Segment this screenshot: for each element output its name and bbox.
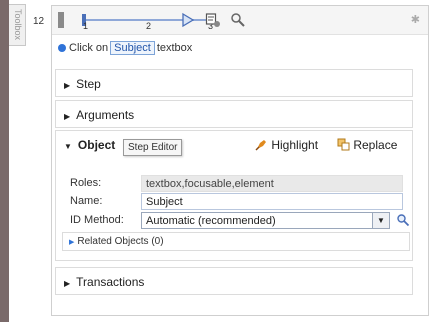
object-search-icon[interactable] (396, 213, 410, 227)
replace-label: Replace (353, 138, 398, 152)
chevron-down-icon[interactable]: ▼ (372, 213, 389, 228)
related-objects-label: Related Objects (0) (77, 236, 164, 247)
roles-label: Roles: (70, 177, 102, 189)
drag-handle-icon[interactable] (58, 12, 64, 28)
side-tab[interactable]: Toolbox (9, 4, 26, 46)
instruction-suffix: textbox (156, 42, 193, 54)
related-objects[interactable]: ▶ Related Objects (0) (62, 232, 410, 251)
name-field[interactable]: Subject (141, 193, 403, 210)
id-method-select[interactable]: Automatic (recommended) ▼ (141, 212, 390, 229)
left-edge-strip (0, 0, 9, 322)
section-object-label: Object (77, 138, 116, 152)
step-toolbar: 1 2 3 ✱ (52, 6, 428, 35)
step-panel: 1 2 3 ✱ Click on Subject textbox ▶ Step … (51, 5, 429, 316)
expand-arrow-icon: ▶ (64, 279, 71, 288)
replace-icon (337, 138, 350, 151)
section-step-label: Step (76, 77, 101, 91)
name-label: Name: (70, 195, 103, 207)
section-arguments[interactable]: ▶ Arguments (55, 100, 413, 128)
highlight-label: Highlight (271, 138, 319, 152)
step-settings-icon[interactable] (205, 12, 221, 28)
section-object: ▼ Object Step Editor Highlight Replace Ro… (55, 130, 413, 261)
step-number: 12 (33, 16, 45, 27)
highlight-button[interactable]: Highlight (255, 138, 318, 152)
section-step[interactable]: ▶ Step (55, 69, 413, 97)
roles-value: textbox,focusable,element (141, 175, 403, 192)
section-object-header[interactable]: ▼ Object (64, 138, 115, 152)
collapse-arrow-icon: ▼ (64, 142, 72, 151)
expand-arrow-icon: ▶ (64, 112, 71, 121)
step-status-icon (58, 44, 66, 53)
replace-button[interactable]: Replace (337, 138, 397, 152)
expand-arrow-icon: ▶ (64, 81, 71, 90)
tooltip: Step Editor (123, 139, 183, 156)
section-arguments-label: Arguments (76, 108, 135, 122)
expand-arrow-icon: ▶ (69, 239, 75, 246)
instruction-prefix: Click on (69, 42, 109, 54)
step-instruction: Click on Subject textbox (58, 41, 193, 55)
instruction-target: Subject (110, 41, 155, 55)
id-method-value: Automatic (recommended) (146, 215, 276, 227)
slider-tick-label: 2 (146, 21, 152, 31)
section-transactions[interactable]: ▶ Transactions (55, 267, 413, 295)
highlight-icon (255, 140, 266, 151)
tools-icon[interactable] (230, 12, 246, 28)
play-step-icon[interactable] (180, 12, 196, 28)
step-slider[interactable]: 1 2 3 (82, 10, 222, 32)
close-icon[interactable]: ✱ (411, 13, 420, 26)
slider-tick-label: 1 (83, 21, 89, 31)
section-transactions-label: Transactions (76, 275, 145, 289)
id-method-label: ID Method: (70, 214, 124, 226)
